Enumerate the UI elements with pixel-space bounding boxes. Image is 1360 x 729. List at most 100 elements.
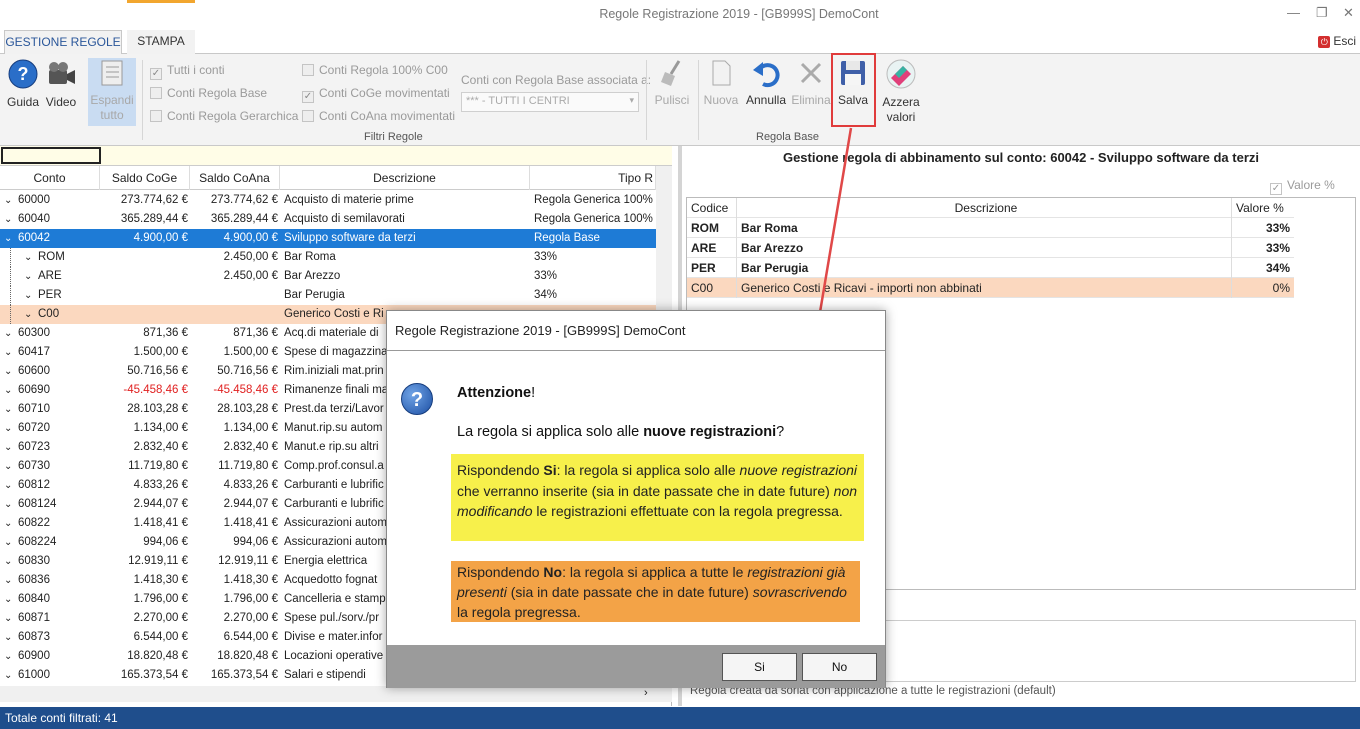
cell-saldo-coana: 50.716,56 € [217, 365, 278, 377]
expand-chevron-icon[interactable]: ⌄ [4, 457, 16, 476]
expand-chevron-icon[interactable]: ⌄ [4, 229, 16, 248]
rule-row[interactable]: C00 Generico Costi e Ricavi - importi non… [687, 278, 1294, 298]
cell-saldo-coana: 1.796,00 € [223, 593, 278, 605]
expand-chevron-icon[interactable]: ⌄ [4, 533, 16, 552]
cell-conto: 60710 [18, 403, 50, 415]
cell-saldo-coge: 4.900,00 € [133, 232, 188, 244]
annulla-button[interactable]: Annulla [744, 58, 788, 108]
expand-chevron-icon[interactable]: ⌄ [4, 571, 16, 590]
expand-chevron-icon[interactable]: ⌄ [4, 514, 16, 533]
expand-chevron-icon[interactable]: ⌄ [4, 438, 16, 457]
expand-chevron-icon[interactable]: ⌄ [4, 324, 16, 343]
cell-saldo-coana [190, 286, 278, 305]
si-button[interactable]: Si [722, 653, 797, 681]
conti-regola-100-checkbox[interactable]: Conti Regola 100% C00 [302, 63, 448, 77]
expand-chevron-icon[interactable]: ⌄ [4, 362, 16, 381]
centri-combo[interactable]: *** - TUTTI I CENTRI ▾ [461, 92, 639, 112]
power-icon: ⏻ [1318, 36, 1331, 48]
tab-stampa[interactable]: STAMPA [127, 30, 195, 54]
expand-chevron-icon[interactable]: ⌄ [4, 400, 16, 419]
expand-chevron-icon[interactable]: ⌄ [4, 343, 16, 362]
conti-regola-gerarchica-checkbox[interactable]: Conti Regola Gerarchica [150, 109, 298, 123]
tab-gestione-regole[interactable]: GESTIONE REGOLE [4, 30, 122, 55]
conti-regola-base-checkbox[interactable]: Conti Regola Base [150, 86, 267, 100]
expand-chevron-icon[interactable]: ⌄ [4, 381, 16, 400]
filter-input[interactable] [1, 147, 101, 164]
expand-chevron-icon[interactable]: ⌄ [4, 191, 16, 210]
table-row[interactable]: ⌄ 60042 4.900,00 € 4.900,00 € Sviluppo softw… [0, 229, 656, 248]
expand-chevron-icon[interactable]: ⌄ [24, 305, 36, 324]
table-row[interactable]: ⌄ PER Bar Perugia 34% [0, 286, 656, 305]
pulisci-button[interactable]: Pulisci [652, 58, 692, 108]
col-descrizione[interactable]: Descrizione [737, 198, 1232, 218]
expand-chevron-icon[interactable]: ⌄ [24, 267, 36, 286]
separator [142, 60, 143, 140]
tree-line [10, 286, 11, 305]
rule-row[interactable]: PER Bar Perugia 34% [687, 258, 1294, 278]
expand-chevron-icon[interactable]: ⌄ [24, 286, 36, 305]
cell-valore: 34% [1265, 261, 1290, 275]
expand-chevron-icon[interactable]: ⌄ [4, 590, 16, 609]
rule-row[interactable]: ROM Bar Roma 33% [687, 218, 1294, 238]
cell-saldo-coana: 1.134,00 € [223, 422, 278, 434]
col-valore[interactable]: Valore % [1232, 198, 1294, 218]
expand-chevron-icon[interactable]: ⌄ [4, 609, 16, 628]
expand-chevron-icon[interactable]: ⌄ [24, 248, 36, 267]
minimize-button[interactable]: — [1287, 5, 1300, 20]
tree-line [10, 305, 11, 324]
tab-strip: GESTIONE REGOLE STAMPA ⏻ Esci [0, 30, 1360, 55]
col-saldo-coana[interactable]: Saldo CoAna [190, 166, 280, 190]
cell-saldo-coge: 2.944,07 € [133, 498, 188, 510]
cell-conto: 60040 [18, 213, 50, 225]
cell-tipo: Regola Generica 100% [534, 213, 653, 225]
cell-valore: 33% [1265, 221, 1290, 235]
expand-chevron-icon[interactable]: ⌄ [4, 476, 16, 495]
cell-codice: ROM [687, 218, 737, 238]
valore-percent-checkbox[interactable]: ✓ Valore % [1270, 178, 1335, 195]
col-codice[interactable]: Codice [687, 198, 737, 218]
expand-chevron-icon[interactable]: ⌄ [4, 495, 16, 514]
tutti-i-conti-checkbox[interactable]: ✓ Tutti i conti [150, 63, 225, 80]
cell-conto: 60873 [18, 631, 50, 643]
rule-grid-header: Codice Descrizione Valore % [687, 198, 1294, 218]
cell-saldo-coge: 165.373,54 € [120, 669, 188, 681]
elimina-button[interactable]: Elimina [791, 58, 831, 108]
conti-coge-movimentati-checkbox[interactable]: ✓ Conti CoGe movimentati [302, 86, 450, 103]
col-tipo[interactable]: Tipo R [530, 166, 656, 190]
expand-chevron-icon[interactable]: ⌄ [4, 552, 16, 571]
close-button[interactable]: ✕ [1343, 5, 1354, 21]
horizontal-scrollbar[interactable]: › [0, 686, 672, 702]
cell-saldo-coana: 365.289,44 € [210, 213, 278, 225]
table-row[interactable]: ⌄ ARE 2.450,00 € Bar Arezzo 33% [0, 267, 656, 286]
espandi-tutto-button[interactable]: Espandi tutto [88, 58, 136, 123]
conti-coana-movimentati-checkbox[interactable]: Conti CoAna movimentati [302, 109, 455, 123]
azzera-valori-button[interactable]: Azzera valori [880, 58, 922, 125]
col-conto[interactable]: Conto [0, 166, 100, 190]
no-button[interactable]: No [802, 653, 877, 681]
restore-button[interactable]: ❐ [1316, 5, 1328, 21]
table-row[interactable]: ⌄ 60000 273.774,62 € 273.774,62 € Acquisto d… [0, 191, 656, 210]
video-button[interactable]: Video [44, 58, 78, 110]
cell-tipo: 33% [534, 270, 558, 282]
cell-conto: 60690 [18, 384, 50, 396]
chevron-right-icon[interactable]: › [644, 687, 648, 699]
cell-saldo-coge: 273.774,62 € [120, 194, 188, 206]
cell-saldo-coge: 365.289,44 € [120, 213, 188, 225]
cell-conto: 60822 [18, 517, 50, 529]
cell-saldo-coana: 2.832,40 € [223, 441, 278, 453]
expand-chevron-icon[interactable]: ⌄ [4, 210, 16, 229]
col-saldo-coge[interactable]: Saldo CoGe [100, 166, 190, 190]
table-row[interactable]: ⌄ ROM 2.450,00 € Bar Roma 33% [0, 248, 656, 267]
expand-chevron-icon[interactable]: ⌄ [4, 666, 16, 685]
guida-button[interactable]: ? Guida [6, 58, 40, 110]
col-descrizione[interactable]: Descrizione [280, 166, 530, 190]
cell-conto: 60720 [18, 422, 50, 434]
expand-chevron-icon[interactable]: ⌄ [4, 419, 16, 438]
esci-button[interactable]: ⏻ Esci [1318, 34, 1356, 48]
nuova-button[interactable]: Nuova [702, 58, 740, 108]
table-row[interactable]: ⌄ 60040 365.289,44 € 365.289,44 € Acquisto d… [0, 210, 656, 229]
rule-row[interactable]: ARE Bar Arezzo 33% [687, 238, 1294, 258]
cell-descrizione: Bar Roma [737, 218, 1232, 238]
expand-chevron-icon[interactable]: ⌄ [4, 628, 16, 647]
expand-chevron-icon[interactable]: ⌄ [4, 647, 16, 666]
